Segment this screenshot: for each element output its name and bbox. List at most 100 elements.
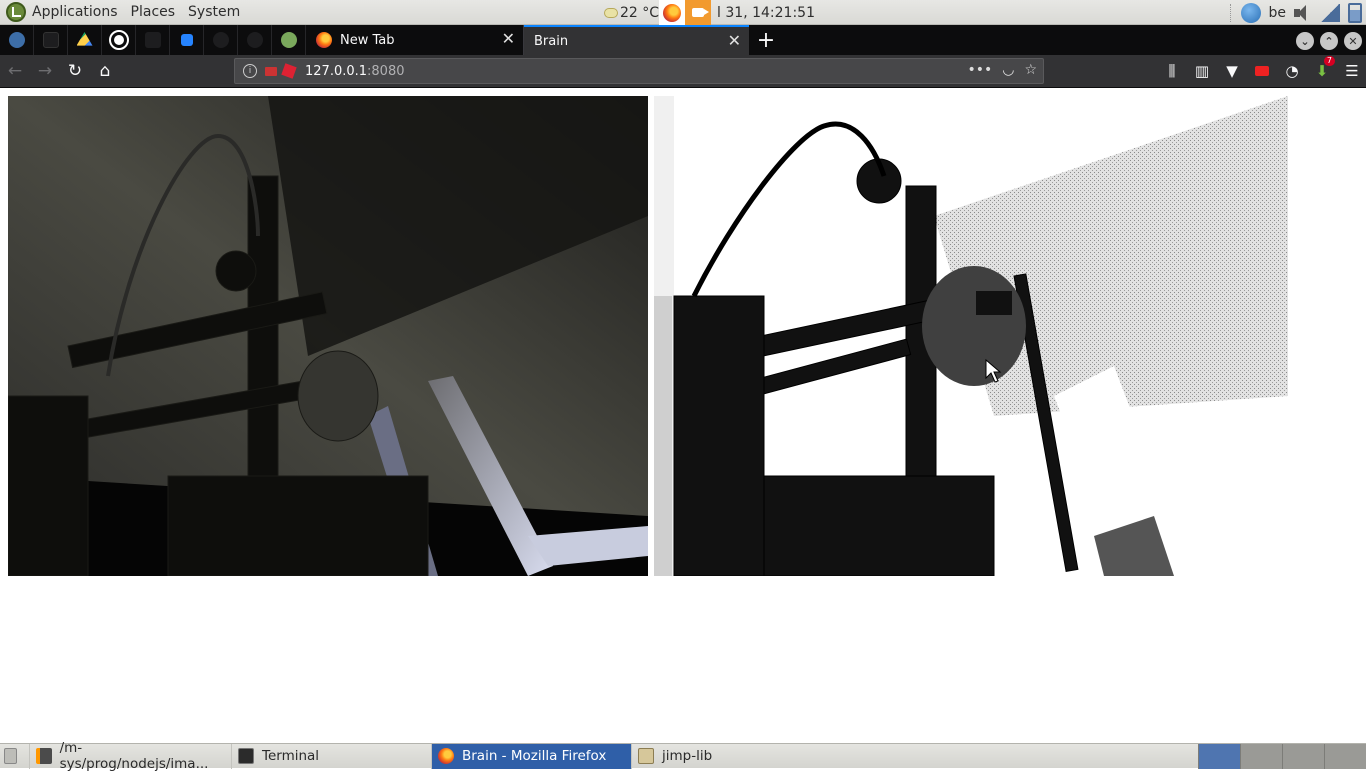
pinned-tab-5[interactable]	[136, 25, 170, 55]
window-controls: ⌄ ⌃ ✕	[1296, 32, 1362, 50]
insecure-lock-icon[interactable]	[281, 63, 296, 78]
pinned-tab-4[interactable]	[102, 25, 136, 55]
taskbar-item-label: Brain - Mozilla Firefox	[462, 748, 606, 764]
folder-icon	[638, 748, 654, 764]
tab-label: Brain	[534, 34, 568, 49]
toolbar-right: ⫼ ▥ ▼ ◔ ⬇7 ☰	[1162, 61, 1362, 81]
close-window-icon[interactable]: ✕	[1344, 32, 1362, 50]
library-icon[interactable]: ⫼	[1162, 61, 1182, 81]
close-tab-icon[interactable]: ✕	[502, 31, 515, 47]
firefox-icon	[438, 748, 454, 764]
terminal-icon	[238, 748, 254, 764]
weather-cloud-icon[interactable]	[604, 8, 618, 18]
taskbar-item-jimp-lib[interactable]: jimp-lib	[632, 744, 832, 769]
sublime-icon	[36, 748, 52, 764]
pinned-site-icon	[247, 32, 263, 48]
back-button[interactable]: ←	[0, 57, 30, 85]
page-actions-icon[interactable]: •••	[967, 62, 992, 78]
workspace-4[interactable]	[1324, 744, 1366, 769]
taskbar-item-label: jimp-lib	[662, 748, 712, 764]
extension-icon[interactable]: ◔	[1282, 61, 1302, 81]
applications-menu[interactable]: Applications	[32, 4, 118, 20]
tray-separator	[1230, 4, 1233, 22]
panel-menu: Applications Places System	[0, 0, 259, 25]
tab-label: New Tab	[340, 33, 395, 48]
network-signal-icon[interactable]	[1320, 4, 1340, 22]
sidebar-icon[interactable]: ▥	[1192, 61, 1212, 81]
vue-devtools-icon[interactable]: ▼	[1222, 61, 1242, 81]
keyboard-layout[interactable]: be	[1269, 5, 1287, 21]
places-menu[interactable]: Places	[131, 4, 176, 20]
pinned-site-icon	[9, 32, 25, 48]
bitbucket-icon	[181, 34, 193, 46]
camera-permission-icon[interactable]	[265, 67, 277, 76]
weather-temp[interactable]: 22 °C	[620, 5, 659, 21]
google-drive-icon	[77, 32, 93, 48]
panel-clock[interactable]: l 31, 14:21:51	[717, 5, 815, 21]
network-globe-icon[interactable]	[1241, 3, 1261, 23]
taskbar-item-label: Terminal	[262, 748, 319, 764]
url-port: :8080	[367, 64, 404, 79]
firefox-launcher-icon[interactable]	[659, 0, 685, 25]
volume-icon[interactable]	[1294, 5, 1312, 21]
forward-button[interactable]: →	[30, 57, 60, 85]
pinned-tab-9[interactable]	[272, 25, 306, 55]
system-menu[interactable]: System	[188, 4, 240, 20]
webcam-processed-image	[654, 96, 1288, 576]
minimize-icon[interactable]: ⌄	[1296, 32, 1314, 50]
page-content	[0, 88, 1366, 743]
url-bar[interactable]: i 127.0.0.1 :8080 ••• ◡ ☆	[234, 58, 1044, 84]
home-button[interactable]: ⌂	[90, 57, 120, 85]
pinned-site-icon	[213, 32, 229, 48]
pinned-tab-drive[interactable]	[68, 25, 102, 55]
workspace-1[interactable]	[1198, 744, 1240, 769]
webcam-processed-svg	[654, 96, 1288, 576]
show-desktop-icon	[4, 748, 17, 764]
infinity-icon	[281, 32, 297, 48]
pinned-tab-8[interactable]	[238, 25, 272, 55]
tab-bar: New Tab ✕ Brain ✕ + ⌄ ⌃ ✕	[0, 25, 1366, 55]
taskbar-item-firefox[interactable]: Brain - Mozilla Firefox	[432, 744, 632, 769]
workspace-3[interactable]	[1282, 744, 1324, 769]
mint-logo-icon[interactable]	[6, 2, 26, 22]
workspace-switcher	[1198, 744, 1366, 769]
pinned-tab-bitbucket[interactable]	[170, 25, 204, 55]
hamburger-menu-icon[interactable]: ☰	[1342, 61, 1362, 81]
url-actions: ••• ◡ ☆	[967, 62, 1037, 78]
top-panel: Applications Places System 22 °C l 31, 1…	[0, 0, 1366, 25]
workspace-2[interactable]	[1240, 744, 1282, 769]
url-host: 127.0.0.1	[305, 64, 367, 79]
close-tab-icon[interactable]: ✕	[728, 33, 741, 49]
tab-brain[interactable]: Brain ✕	[524, 25, 749, 55]
new-tab-button[interactable]: +	[749, 25, 783, 55]
pinned-tab-7[interactable]	[204, 25, 238, 55]
site-info-icon[interactable]: i	[243, 64, 257, 78]
webcam-original-svg	[8, 96, 648, 576]
maximize-icon[interactable]: ⌃	[1320, 32, 1338, 50]
show-desktop-button[interactable]	[0, 744, 30, 769]
tab-new-tab[interactable]: New Tab ✕	[306, 25, 524, 55]
taskbar-item-terminal[interactable]: Terminal	[232, 744, 432, 769]
globe-icon	[111, 32, 127, 48]
taskbar-item-label: /m-sys/prog/nodejs/ima...	[60, 740, 225, 772]
taskbar-item-sublime[interactable]: /m-sys/prog/nodejs/ima...	[30, 744, 232, 769]
webcam-original-image	[8, 96, 648, 576]
bookmark-star-icon[interactable]: ☆	[1024, 62, 1037, 78]
downloads-badge: 7	[1324, 56, 1335, 66]
pinned-tabs	[0, 25, 306, 55]
reload-button[interactable]: ↻	[60, 57, 90, 85]
battery-icon[interactable]	[1348, 3, 1362, 23]
panel-center: 22 °C l 31, 14:21:51	[604, 0, 815, 25]
downloads-icon[interactable]: ⬇7	[1312, 61, 1332, 81]
youtube-icon[interactable]	[1252, 61, 1272, 81]
pocket-icon[interactable]: ◡	[1002, 62, 1014, 78]
camera-in-use-icon[interactable]	[685, 0, 711, 25]
pinned-tab-2[interactable]	[34, 25, 68, 55]
pinned-tab-1[interactable]	[0, 25, 34, 55]
pinned-site-icon	[145, 32, 161, 48]
pinned-site-icon	[43, 32, 59, 48]
system-tray: be	[1230, 0, 1366, 25]
firefox-icon	[316, 32, 332, 48]
bottom-taskbar: /m-sys/prog/nodejs/ima... Terminal Brain…	[0, 743, 1366, 768]
navigation-bar: ← → ↻ ⌂ i 127.0.0.1 :8080 ••• ◡ ☆ ⫼ ▥ ▼ …	[0, 55, 1366, 88]
